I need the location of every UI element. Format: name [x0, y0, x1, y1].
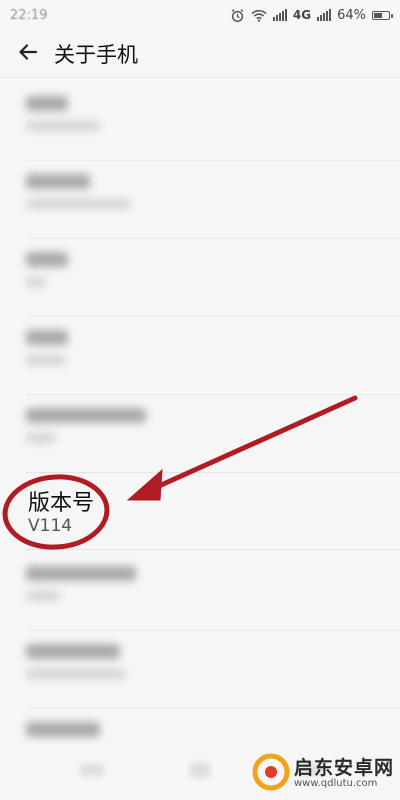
blurred-content	[26, 252, 400, 287]
watermark-url: www.qdlutu.com	[293, 777, 378, 789]
version-number-item[interactable]: 版本号 V114	[0, 472, 400, 550]
list-item[interactable]	[0, 316, 400, 394]
watermark-name: 启东安卓网	[293, 756, 394, 779]
blurred-content	[26, 408, 400, 443]
list-item[interactable]	[0, 82, 400, 160]
blurred-content	[26, 96, 400, 131]
blurred-content	[26, 174, 400, 209]
blurred-content	[26, 722, 400, 737]
blurred-content	[26, 644, 400, 679]
battery-percent: 64%	[337, 7, 366, 23]
battery-icon	[372, 10, 393, 20]
app-header: 关于手机	[0, 30, 400, 78]
list-item[interactable]	[0, 160, 400, 238]
blurred-content	[26, 566, 400, 601]
list-item[interactable]	[0, 394, 400, 472]
list-item[interactable]	[0, 630, 400, 708]
back-button[interactable]	[8, 34, 48, 74]
signal-icon-2	[317, 9, 332, 21]
watermark-logo-icon	[252, 753, 290, 795]
page-title: 关于手机	[54, 42, 138, 67]
status-time: 22:19	[10, 7, 48, 23]
signal-icon	[272, 9, 287, 21]
status-icons: 4G 64%	[230, 7, 393, 23]
blurred-content	[26, 330, 400, 365]
list-item[interactable]	[0, 552, 400, 630]
wifi-icon	[251, 9, 267, 22]
settings-list	[0, 82, 400, 472]
version-number-value: V114	[28, 516, 73, 536]
site-watermark: 启东安卓网 www.qdlutu.com	[252, 752, 394, 796]
arrow-left-icon	[17, 41, 39, 67]
list-item[interactable]	[0, 238, 400, 316]
alarm-icon	[230, 8, 245, 23]
version-number-label: 版本号	[28, 491, 95, 516]
status-bar: 22:19 4G 64%	[0, 0, 400, 30]
network-type: 4G	[292, 8, 312, 22]
